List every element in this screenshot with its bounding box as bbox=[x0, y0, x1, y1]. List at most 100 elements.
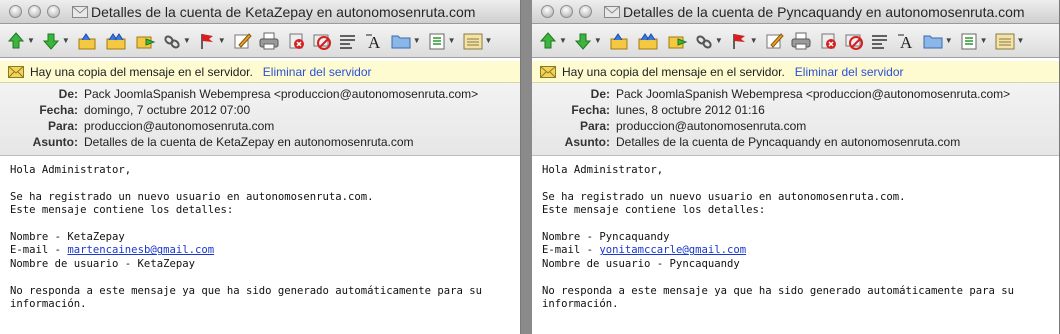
print-icon bbox=[790, 31, 812, 51]
zoom-window-button[interactable] bbox=[579, 5, 592, 18]
notes-button[interactable]: ▼ bbox=[462, 31, 493, 51]
minimize-window-button[interactable] bbox=[560, 5, 573, 18]
compose-button[interactable] bbox=[764, 31, 784, 51]
view-button[interactable]: ▼ bbox=[427, 31, 456, 51]
from-value[interactable]: Pack JoomlaSpanish Webempresa <produccio… bbox=[84, 86, 478, 102]
chevron-down-icon[interactable]: ▼ bbox=[1017, 36, 1025, 45]
flag-button[interactable]: ▼ bbox=[729, 31, 758, 51]
filter-button[interactable] bbox=[870, 31, 890, 51]
junk-icon bbox=[312, 31, 332, 51]
chevron-down-icon[interactable]: ▼ bbox=[594, 36, 602, 45]
get-mail-button[interactable]: ▼ bbox=[538, 31, 567, 51]
email-link[interactable]: yonitamccarle@gmail.com bbox=[599, 244, 746, 256]
font-button[interactable]: A bbox=[364, 31, 384, 51]
folder-button[interactable]: ▼ bbox=[922, 31, 953, 51]
chevron-down-icon[interactable]: ▼ bbox=[980, 36, 988, 45]
chevron-down-icon[interactable]: ▼ bbox=[715, 36, 723, 45]
greeting-line: Hola Administrator, bbox=[542, 164, 664, 176]
chevron-down-icon[interactable]: ▼ bbox=[183, 36, 191, 45]
junk-button[interactable] bbox=[312, 31, 332, 51]
chevron-down-icon[interactable]: ▼ bbox=[448, 36, 456, 45]
message-body: Hola Administrator, Se ha registrado un n… bbox=[532, 156, 1059, 319]
reply-all-button[interactable] bbox=[636, 31, 660, 51]
junk-button[interactable] bbox=[844, 31, 864, 51]
footer-line: información. bbox=[542, 298, 619, 311]
window-title-text: Detalles de la cuenta de Pyncaquandy en … bbox=[623, 4, 1025, 20]
title-bar: Detalles de la cuenta de Pyncaquandy en … bbox=[532, 0, 1059, 24]
send-icon bbox=[41, 31, 61, 51]
header-subject-row: Asunto: Detalles de la cuenta de KetaZepa… bbox=[0, 134, 520, 150]
chevron-down-icon[interactable]: ▼ bbox=[413, 36, 421, 45]
body-line: Este mensaje contiene los detalles: bbox=[542, 204, 766, 217]
chevron-down-icon[interactable]: ▼ bbox=[27, 36, 35, 45]
header-label: De: bbox=[58, 87, 78, 101]
delete-from-server-link[interactable]: Eliminar del servidor bbox=[795, 65, 904, 79]
email-link[interactable]: martencainesb@gmail.com bbox=[67, 244, 214, 256]
reply-all-icon bbox=[636, 31, 660, 51]
print-button[interactable] bbox=[258, 31, 280, 51]
close-window-button[interactable] bbox=[9, 5, 22, 18]
zoom-window-button[interactable] bbox=[47, 5, 60, 18]
reply-icon bbox=[608, 31, 630, 51]
header-to-row: Para: produccion@autonomosenruta.com bbox=[0, 118, 520, 134]
email-line: E-mail - martencainesb@gmail.com bbox=[10, 244, 510, 257]
chevron-down-icon[interactable]: ▼ bbox=[750, 36, 758, 45]
link-button[interactable]: ▼ bbox=[694, 31, 723, 51]
chevron-down-icon[interactable]: ▼ bbox=[485, 36, 493, 45]
notes-button[interactable]: ▼ bbox=[994, 31, 1025, 51]
minimize-window-button[interactable] bbox=[28, 5, 41, 18]
junk-icon bbox=[844, 31, 864, 51]
body-line: Se ha registrado un nuevo usuario en aut… bbox=[542, 190, 906, 203]
delete-icon bbox=[286, 31, 306, 51]
chevron-down-icon[interactable]: ▼ bbox=[559, 36, 567, 45]
header-date-row: Fecha: domingo, 7 octubre 2012 07:00 bbox=[0, 102, 520, 118]
date-value: lunes, 8 octubre 2012 01:16 bbox=[616, 103, 765, 117]
chevron-down-icon[interactable]: ▼ bbox=[62, 36, 70, 45]
toolbar: ▼ ▼ ▼ ▼ A ▼ ▼ ▼ bbox=[532, 24, 1059, 58]
body-line: Se ha registrado un nuevo usuario en aut… bbox=[10, 190, 374, 203]
to-value[interactable]: produccion@autonomosenruta.com bbox=[616, 118, 806, 134]
link-button[interactable]: ▼ bbox=[162, 31, 191, 51]
reply-button[interactable] bbox=[76, 31, 98, 51]
subject-value: Detalles de la cuenta de Pyncaquandy en … bbox=[616, 135, 961, 149]
delete-button[interactable] bbox=[286, 31, 306, 51]
send-button[interactable]: ▼ bbox=[573, 31, 602, 51]
send-button[interactable]: ▼ bbox=[41, 31, 70, 51]
email-window-left: Detalles de la cuenta de KetaZepay en au… bbox=[0, 0, 521, 334]
message-body: Hola Administrator, Se ha registrado un n… bbox=[0, 156, 520, 319]
header-label: Para: bbox=[579, 119, 610, 133]
name-line: Nombre - Pyncaquandy bbox=[542, 231, 670, 243]
folder-button[interactable]: ▼ bbox=[390, 31, 421, 51]
forward-button[interactable] bbox=[666, 31, 688, 51]
chevron-down-icon[interactable]: ▼ bbox=[218, 36, 226, 45]
delete-button[interactable] bbox=[818, 31, 838, 51]
filter-button[interactable] bbox=[338, 31, 358, 51]
view-button[interactable]: ▼ bbox=[959, 31, 988, 51]
forward-button[interactable] bbox=[134, 31, 156, 51]
get-mail-button[interactable]: ▼ bbox=[6, 31, 35, 51]
title-bar: Detalles de la cuenta de KetaZepay en au… bbox=[0, 0, 520, 24]
delete-from-server-link[interactable]: Eliminar del servidor bbox=[263, 65, 372, 79]
from-value[interactable]: Pack JoomlaSpanish Webempresa <produccio… bbox=[616, 86, 1010, 102]
svg-text:A: A bbox=[368, 33, 381, 51]
svg-text:A: A bbox=[900, 33, 913, 51]
to-value[interactable]: produccion@autonomosenruta.com bbox=[84, 118, 274, 134]
chevron-down-icon[interactable]: ▼ bbox=[945, 36, 953, 45]
view-icon bbox=[427, 31, 447, 51]
compose-button[interactable] bbox=[232, 31, 252, 51]
close-window-button[interactable] bbox=[541, 5, 554, 18]
envelope-icon bbox=[72, 6, 88, 18]
server-notice-bar: Hay una copia del mensaje en el servidor… bbox=[0, 61, 520, 83]
compose-icon bbox=[232, 31, 252, 51]
header-from-row: De: Pack JoomlaSpanish Webempresa <produc… bbox=[0, 86, 520, 102]
reply-all-button[interactable] bbox=[104, 31, 128, 51]
reply-all-icon bbox=[104, 31, 128, 51]
delete-icon bbox=[818, 31, 838, 51]
reply-button[interactable] bbox=[608, 31, 630, 51]
footer-line: No responda a este mensaje ya que ha sid… bbox=[542, 284, 1014, 297]
font-button[interactable]: A bbox=[896, 31, 916, 51]
flag-button[interactable]: ▼ bbox=[197, 31, 226, 51]
header-label: Asunto: bbox=[32, 135, 78, 149]
print-button[interactable] bbox=[790, 31, 812, 51]
header-label: Para: bbox=[47, 119, 78, 133]
